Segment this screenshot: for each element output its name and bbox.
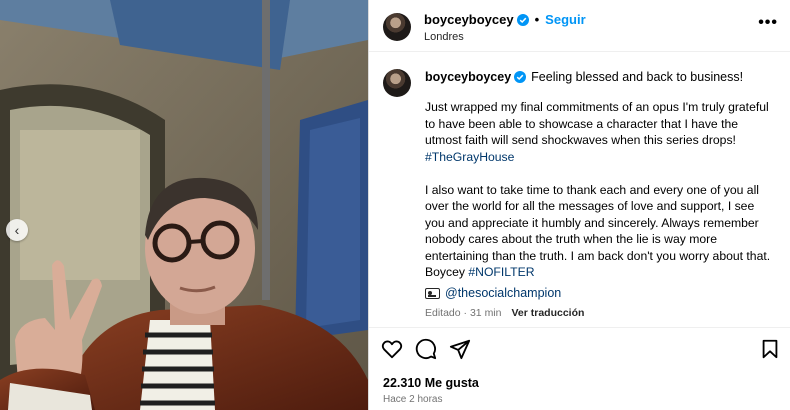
- hashtag-link[interactable]: #NOFILTER: [468, 265, 534, 279]
- bookmark-icon[interactable]: [759, 338, 781, 360]
- caption-paragraph-2: I also want to take time to thank each a…: [425, 182, 777, 281]
- see-translation-link[interactable]: Ver traducción: [511, 307, 584, 319]
- caption-paragraph-1-text: Just wrapped my final commitments of an …: [425, 100, 769, 147]
- post-photo[interactable]: ‹: [0, 0, 368, 410]
- caption-avatar[interactable]: [383, 69, 411, 97]
- instagram-post: ‹ boyceyboycey • Seguir Londres ••• boyc…: [0, 0, 790, 410]
- caption-body: Just wrapped my final commitments of an …: [425, 99, 777, 297]
- post-location[interactable]: Londres: [424, 31, 464, 43]
- author-avatar[interactable]: [383, 13, 411, 41]
- caption-area: boyceyboycey Feeling blessed and back to…: [369, 53, 790, 327]
- verified-badge-icon: [514, 71, 527, 83]
- header-user-row: boyceyboycey • Seguir: [424, 12, 586, 27]
- photo-credit[interactable]: @thesocialchampion: [425, 286, 561, 300]
- caption-username[interactable]: boyceyboycey: [425, 70, 511, 84]
- follow-button[interactable]: Seguir: [545, 12, 585, 27]
- post-actions: 22.310 Me gusta Hace 2 horas: [369, 327, 790, 410]
- caption-paragraph-1: Just wrapped my final commitments of an …: [425, 99, 777, 165]
- post-header: boyceyboycey • Seguir Londres •••: [369, 0, 790, 52]
- hashtag-link[interactable]: #TheGrayHouse: [425, 150, 514, 164]
- photo-tag-icon: [425, 287, 440, 299]
- more-options-icon[interactable]: •••: [758, 15, 778, 31]
- edited-time: 31 min: [469, 307, 502, 319]
- caption-headline: Feeling blessed and back to business!: [531, 70, 744, 84]
- caption-meta: Editado · 31 min Ver traducción: [425, 307, 584, 319]
- likes-count[interactable]: 22.310 Me gusta: [383, 376, 479, 390]
- heart-icon[interactable]: [381, 338, 403, 360]
- post-side-panel: boyceyboycey • Seguir Londres ••• boycey…: [368, 0, 790, 410]
- author-username[interactable]: boyceyboycey: [424, 12, 514, 27]
- edited-info: Editado · 31 min: [425, 307, 501, 319]
- action-icons: [381, 338, 471, 360]
- share-icon[interactable]: [449, 338, 471, 360]
- carousel-prev-button[interactable]: ‹: [6, 219, 28, 241]
- caption-first-line: boyceyboycey Feeling blessed and back to…: [425, 70, 743, 84]
- selfie-photo: [0, 0, 368, 410]
- verified-badge-icon: [516, 13, 529, 26]
- save-button[interactable]: [759, 338, 781, 363]
- comment-icon[interactable]: [415, 338, 437, 360]
- credit-mention[interactable]: @thesocialchampion: [445, 286, 561, 300]
- header-separator: •: [534, 12, 540, 27]
- posted-time[interactable]: Hace 2 horas: [383, 394, 442, 405]
- edited-separator: ·: [463, 307, 468, 319]
- edited-label: Editado: [425, 307, 461, 319]
